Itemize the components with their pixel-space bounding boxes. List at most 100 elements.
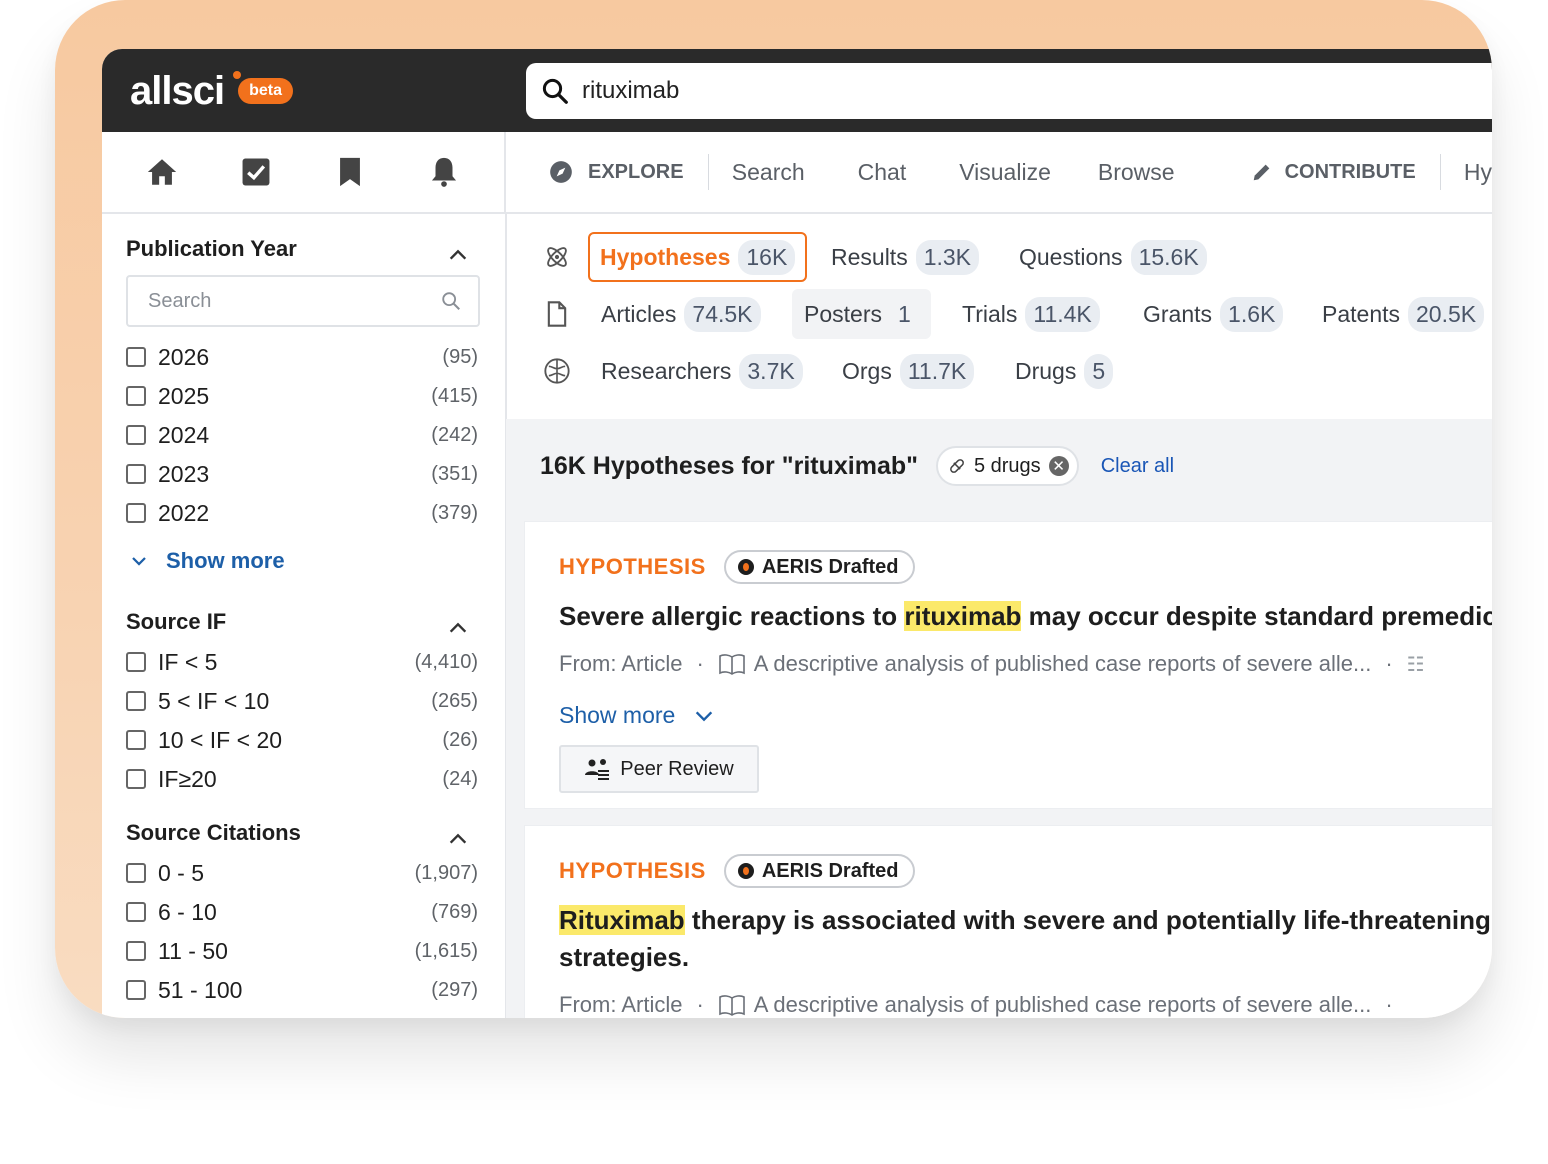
filter-option[interactable]: IF≥20 (24) [126, 762, 478, 796]
filter-option[interactable]: 2026 (95) [126, 340, 478, 374]
separator-dot: · [1385, 992, 1393, 1017]
tab-search[interactable]: Search [732, 159, 805, 186]
result-title[interactable]: Severe allergic reactions to rituximab m… [559, 598, 1492, 635]
filter-option[interactable]: 11 - 50 (1,615) [126, 934, 478, 968]
chevron-down-icon [132, 557, 146, 566]
category-drugs[interactable]: Drugs 5 [1015, 346, 1114, 396]
active-filter-pill[interactable]: 5 drugs ✕ [935, 446, 1079, 486]
checkbox[interactable] [126, 464, 146, 484]
results-panel: 16K Hypotheses for "rituximab" 5 drugs ✕… [506, 419, 1492, 1018]
category-questions[interactable]: Questions 15.6K [1019, 232, 1207, 282]
nav-notifications[interactable] [397, 132, 491, 212]
source-title[interactable]: A descriptive analysis of published case… [754, 992, 1372, 1018]
category-filters: Hypotheses 16K Results 1.3K Questions 15.6K… [506, 214, 1492, 418]
atom-icon [547, 247, 567, 267]
chevron-up-icon[interactable] [447, 617, 469, 639]
category-row-1: Hypotheses 16K Results 1.3K Questions 15.6K [506, 232, 1492, 282]
search-input[interactable] [580, 76, 1184, 106]
search-icon [442, 292, 460, 310]
tab-contribute[interactable]: CONTRIBUTE [1251, 161, 1416, 184]
checkbox[interactable] [126, 980, 146, 1000]
tab-explore-label: EXPLORE [588, 160, 684, 183]
logo-text: allsci [130, 68, 225, 113]
filter-option[interactable]: 5 < IF < 10 (265) [126, 684, 478, 718]
option-label: 2022 [158, 499, 210, 526]
result-card[interactable]: HYPOTHESIS AERIS Drafted Severe allergic… [524, 521, 1492, 809]
chevron-up-icon[interactable] [447, 828, 469, 850]
top-bar: allsci beta [102, 49, 1492, 132]
source-from: From: Article [559, 651, 683, 676]
category-count: 16K [738, 239, 796, 275]
checkbox[interactable] [126, 863, 146, 883]
category-trials[interactable]: Trials 11.4K [962, 289, 1100, 339]
checkbox[interactable] [126, 347, 146, 367]
category-articles[interactable]: Articles 74.5K [601, 289, 761, 339]
option-label: 10 < IF < 20 [158, 726, 283, 753]
logo[interactable]: allsci beta [130, 67, 293, 115]
filter-option[interactable]: 2022 (379) [126, 496, 478, 530]
category-patents[interactable]: Patents 20.5K [1322, 289, 1485, 339]
tab-browse[interactable]: Browse [1098, 159, 1175, 186]
filter-option[interactable]: 0 - 5 (1,907) [126, 856, 478, 890]
bell-icon [431, 157, 457, 187]
category-orgs[interactable]: Orgs 11.7K [842, 346, 975, 396]
list-icon[interactable]: ☷ [1407, 652, 1425, 677]
category-name: Trials [962, 300, 1018, 327]
clear-all-link[interactable]: Clear all [1101, 455, 1174, 478]
result-source: From: Article · A descriptive analysis o… [559, 992, 1407, 1018]
category-hypotheses[interactable]: Hypotheses 16K [588, 232, 808, 282]
category-researchers[interactable]: Researchers 3.7K [601, 346, 803, 396]
category-results[interactable]: Results 1.3K [831, 232, 980, 282]
option-label: IF≥20 [158, 765, 217, 792]
close-icon[interactable]: ✕ [1048, 456, 1069, 476]
pill-icon [950, 459, 964, 473]
category-posters[interactable]: Posters 1 [792, 289, 931, 339]
option-label: IF < 5 [158, 648, 218, 675]
filter-option[interactable]: 2024 (242) [126, 418, 478, 452]
peer-review-label: Peer Review [620, 757, 734, 780]
filter-option[interactable]: 51 - 100 (297) [126, 973, 478, 1007]
checkbox[interactable] [126, 503, 146, 523]
tab-explore[interactable]: EXPLORE [548, 159, 684, 185]
filter-option[interactable]: IF < 5 (4,410) [126, 645, 478, 679]
category-name: Results [831, 243, 908, 270]
logo-dot [233, 71, 241, 79]
tab-chat[interactable]: Chat [858, 159, 907, 186]
result-title[interactable]: Rituximab therapy is associated with sev… [559, 902, 1492, 976]
checkbox[interactable] [126, 386, 146, 406]
book-icon [718, 995, 745, 1016]
checkbox[interactable] [126, 941, 146, 961]
show-more-label: Show more [559, 702, 676, 728]
nav-home[interactable] [115, 132, 209, 212]
checkbox[interactable] [126, 769, 146, 789]
search-bar[interactable] [526, 63, 1492, 119]
show-more-years[interactable]: Show more [130, 548, 285, 574]
nav-tasks[interactable] [209, 132, 303, 212]
category-grants[interactable]: Grants 1.6K [1143, 289, 1284, 339]
result-card[interactable]: HYPOTHESIS AERIS Drafted Rituximab thera… [524, 825, 1492, 1018]
option-label: 2026 [158, 343, 210, 370]
tab-visualize[interactable]: Visualize [959, 159, 1051, 186]
checkbox[interactable] [126, 652, 146, 672]
pub-year-search[interactable]: Search [126, 275, 480, 327]
filter-option[interactable]: 6 - 10 (769) [126, 895, 478, 929]
peer-review-button[interactable]: Peer Review [559, 745, 759, 793]
filter-option[interactable]: 2023 (351) [126, 457, 478, 491]
tab-truncated[interactable]: Hy [1464, 159, 1492, 186]
filter-option[interactable]: 10 < IF < 20 (26) [126, 723, 478, 757]
filter-option[interactable]: 2025 (415) [126, 379, 478, 413]
category-name: Patents [1322, 300, 1400, 327]
chevron-up-icon[interactable] [447, 244, 469, 266]
nav-bookmarks[interactable] [303, 132, 397, 212]
checkbox[interactable] [126, 730, 146, 750]
category-count: 1.6K [1220, 296, 1284, 332]
show-more-button[interactable]: Show more [559, 702, 715, 729]
source-title[interactable]: A descriptive analysis of published case… [754, 651, 1372, 677]
source-from: From: Article [559, 992, 683, 1017]
checkbox[interactable] [126, 691, 146, 711]
pub-year-search-placeholder: Search [148, 289, 212, 312]
peer-review-icon [585, 759, 610, 780]
checkbox[interactable] [126, 902, 146, 922]
checkbox[interactable] [126, 425, 146, 445]
title-post: therapy is associated with severe and po… [684, 905, 1492, 935]
